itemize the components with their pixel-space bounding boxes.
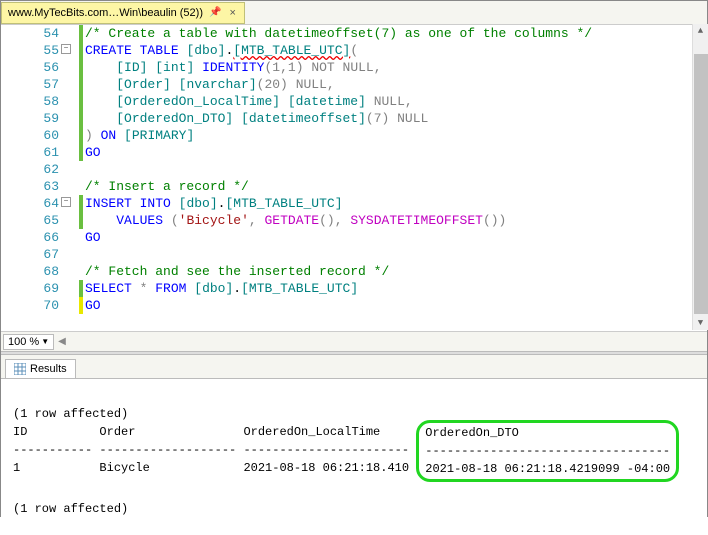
scroll-thumb[interactable] [694, 54, 708, 314]
change-marker [79, 127, 83, 144]
code-line[interactable]: GO [79, 229, 707, 246]
change-marker [79, 195, 83, 212]
line-number: 59 [1, 110, 59, 127]
code-line[interactable]: GO [79, 144, 707, 161]
scroll-down-arrow[interactable]: ▼ [693, 316, 708, 330]
change-marker [79, 42, 83, 59]
scroll-left-icon[interactable]: ◀ [58, 336, 66, 347]
line-number: 62 [1, 161, 59, 178]
code-line[interactable]: [OrderedOn_DTO] [datetimeoffset](7) NULL [79, 110, 707, 127]
line-number: 65 [1, 212, 59, 229]
highlight-box: OrderedOn_DTO --------------------------… [416, 420, 679, 482]
chevron-down-icon: ▼ [41, 337, 49, 346]
change-marker [79, 280, 83, 297]
results-tab-label: Results [30, 363, 67, 375]
change-marker [79, 93, 83, 110]
change-marker [79, 25, 83, 42]
code-line[interactable] [79, 246, 707, 263]
results-grid-icon [14, 363, 26, 375]
line-number: 58 [1, 93, 59, 110]
change-marker [79, 212, 83, 229]
code-line[interactable]: /* Fetch and see the inserted record */ [79, 263, 707, 280]
line-number: 64− [1, 195, 59, 212]
line-number-gutter: 5455−565758596061626364−656667686970 [1, 25, 63, 331]
line-number: 67 [1, 246, 59, 263]
code-area[interactable]: /* Create a table with datetimeoffset(7)… [63, 25, 707, 331]
result-row-right: 2021-08-18 06:21:18.4219099 -04:00 [425, 460, 670, 478]
line-number: 66 [1, 229, 59, 246]
result-rule-left: ----------- ------------------- --------… [13, 441, 416, 459]
code-line[interactable] [79, 161, 707, 178]
result-header-left: ID Order OrderedOn_LocalTime [13, 423, 416, 441]
code-line[interactable]: ) ON [PRIMARY] [79, 127, 707, 144]
result-row-left: 1 Bicycle 2021-08-18 06:21:18.410 [13, 459, 416, 477]
change-marker [79, 76, 83, 93]
line-number: 68 [1, 263, 59, 280]
code-line[interactable]: CREATE TABLE [dbo].[MTB_TABLE_UTC]( [79, 42, 707, 59]
code-line[interactable]: SELECT * FROM [dbo].[MTB_TABLE_UTC] [79, 280, 707, 297]
change-marker [79, 59, 83, 76]
change-marker [79, 110, 83, 127]
code-line[interactable]: [Order] [nvarchar](20) NULL, [79, 76, 707, 93]
scroll-up-arrow[interactable]: ▲ [693, 24, 708, 38]
code-line[interactable]: GO [79, 297, 707, 314]
zoom-bar: 100 % ▼ ◀ [1, 331, 707, 351]
line-number: 69 [1, 280, 59, 297]
code-line[interactable]: [OrderedOn_LocalTime] [datetime] NULL, [79, 93, 707, 110]
code-line[interactable]: INSERT INTO [dbo].[MTB_TABLE_UTC] [79, 195, 707, 212]
change-marker [79, 178, 83, 195]
tab-bar: www.MyTecBits.com…Win\beaulin (52)) 📌 × [1, 1, 707, 25]
line-number: 56 [1, 59, 59, 76]
code-line[interactable]: [ID] [int] IDENTITY(1,1) NOT NULL, [79, 59, 707, 76]
line-number: 63 [1, 178, 59, 195]
code-line[interactable]: /* Create a table with datetimeoffset(7)… [79, 25, 707, 42]
zoom-value: 100 % [8, 336, 39, 348]
tab-title: www.MyTecBits.com…Win\beaulin (52)) [8, 7, 203, 19]
line-number: 55− [1, 42, 59, 59]
results-tab[interactable]: Results [5, 359, 76, 378]
change-marker [79, 246, 83, 263]
change-marker [79, 263, 83, 280]
close-icon[interactable]: × [227, 7, 237, 19]
line-number: 61 [1, 144, 59, 161]
vertical-scrollbar[interactable]: ▲ ▼ [692, 24, 708, 330]
change-marker [79, 161, 83, 178]
code-editor[interactable]: 5455−565758596061626364−656667686970 /* … [1, 25, 707, 331]
results-tab-bar: Results [1, 355, 707, 379]
change-marker [79, 297, 83, 314]
rows-affected-2: (1 row affected) [13, 500, 695, 518]
editor-tab[interactable]: www.MyTecBits.com…Win\beaulin (52)) 📌 × [1, 2, 245, 24]
change-marker [79, 144, 83, 161]
pin-icon[interactable]: 📌 [209, 7, 221, 18]
result-rule-right: ---------------------------------- [425, 442, 670, 460]
line-number: 54 [1, 25, 59, 42]
line-number: 60 [1, 127, 59, 144]
results-pane[interactable]: (1 row affected) ID Order OrderedOn_Local… [1, 379, 707, 535]
line-number: 70 [1, 297, 59, 314]
result-header-right: OrderedOn_DTO [425, 424, 670, 442]
change-marker [79, 229, 83, 246]
code-line[interactable]: /* Insert a record */ [79, 178, 707, 195]
code-line[interactable]: VALUES ('Bicycle', GETDATE(), SYSDATETIM… [79, 212, 707, 229]
zoom-select[interactable]: 100 % ▼ [3, 334, 54, 350]
line-number: 57 [1, 76, 59, 93]
